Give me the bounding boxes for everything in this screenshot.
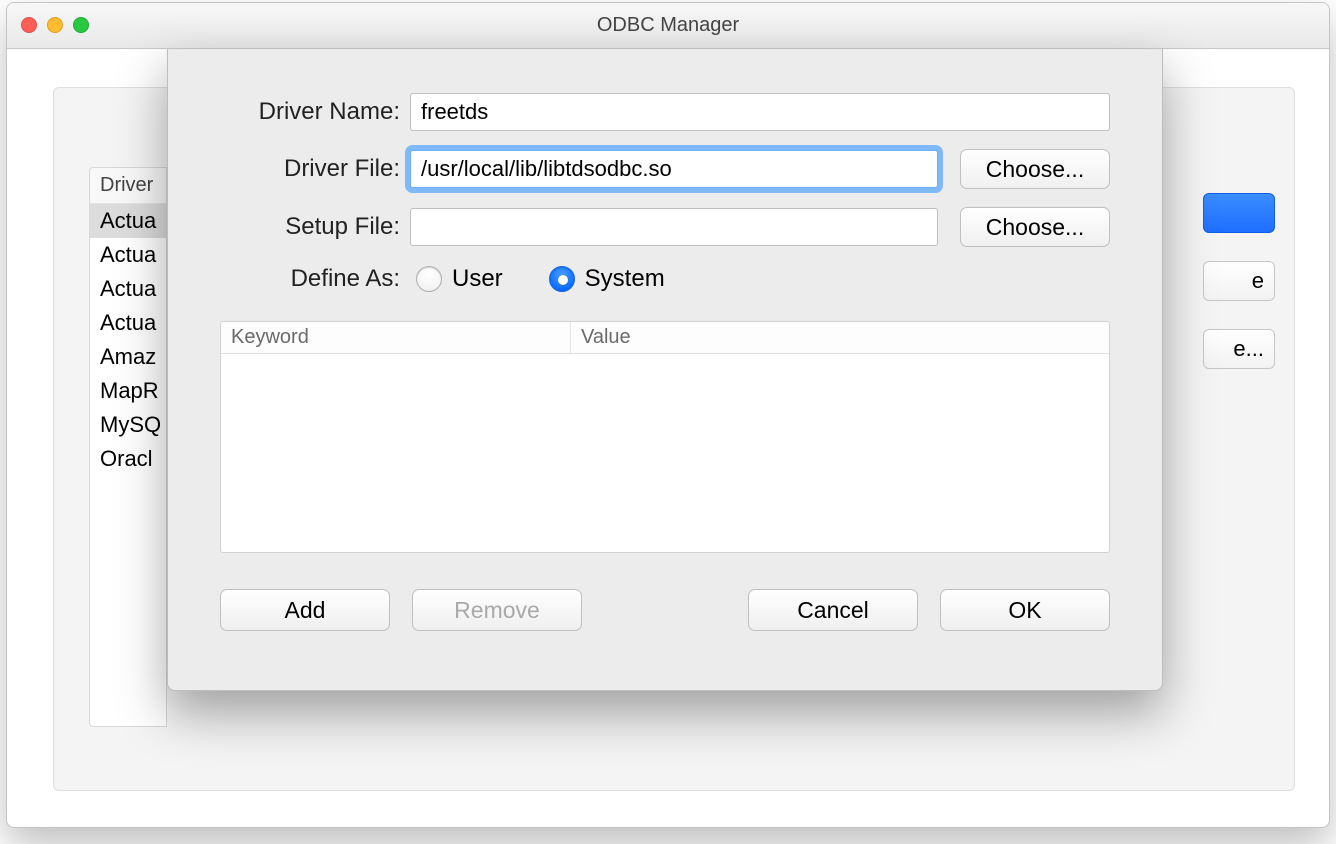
list-item[interactable]: Amaz <box>90 340 166 374</box>
keyword-value-table[interactable]: Keyword Value <box>220 321 1110 553</box>
add-driver-sheet: Driver Name: Driver File: Choose... Setu… <box>167 49 1163 691</box>
list-item[interactable]: Actua <box>90 204 166 238</box>
list-item[interactable]: Actua <box>90 272 166 306</box>
background-button[interactable]: e <box>1203 261 1275 301</box>
define-as-user-radio[interactable]: User <box>416 265 503 293</box>
list-item[interactable]: Actua <box>90 238 166 272</box>
add-button[interactable]: Add <box>220 589 390 631</box>
background-button[interactable]: e... <box>1203 329 1275 369</box>
kv-header-value: Value <box>571 322 1109 353</box>
setup-file-label: Setup File: <box>220 213 410 241</box>
radio-label: System <box>585 265 665 293</box>
choose-setup-file-button[interactable]: Choose... <box>960 207 1110 247</box>
driver-file-label: Driver File: <box>220 155 410 183</box>
driver-name-input[interactable] <box>410 93 1110 131</box>
radio-icon <box>549 266 575 292</box>
sheet-button-row: Add Remove Cancel OK <box>220 589 1110 631</box>
radio-label: User <box>452 265 503 293</box>
list-item[interactable]: MapR <box>90 374 166 408</box>
kv-header-row: Keyword Value <box>221 322 1109 354</box>
list-item[interactable]: Oracl <box>90 442 166 476</box>
cancel-button[interactable]: Cancel <box>748 589 918 631</box>
choose-driver-file-button[interactable]: Choose... <box>960 149 1110 189</box>
kv-header-keyword: Keyword <box>221 322 571 353</box>
driver-file-input[interactable] <box>410 150 938 188</box>
define-as-label: Define As: <box>220 265 410 293</box>
close-icon[interactable] <box>21 17 37 33</box>
titlebar: ODBC Manager <box>7 3 1329 49</box>
setup-file-input[interactable] <box>410 208 938 246</box>
define-as-system-radio[interactable]: System <box>549 265 665 293</box>
minimize-icon[interactable] <box>47 17 63 33</box>
define-as-group: User System <box>410 265 665 293</box>
list-item[interactable]: Actua <box>90 306 166 340</box>
list-item[interactable]: MySQ <box>90 408 166 442</box>
background-primary-button[interactable] <box>1203 193 1275 233</box>
driver-name-label: Driver Name: <box>220 98 410 126</box>
window-title: ODBC Manager <box>7 14 1329 37</box>
remove-button[interactable]: Remove <box>412 589 582 631</box>
driver-list: Driver Actua Actua Actua Actua Amaz MapR… <box>89 167 167 727</box>
window: ODBC Manager Driver Actua Actua Actua Ac… <box>6 2 1330 828</box>
driver-list-header: Driver <box>90 168 166 204</box>
background-side-buttons: e e... <box>1203 193 1275 369</box>
radio-icon <box>416 266 442 292</box>
traffic-lights <box>21 17 89 33</box>
zoom-icon[interactable] <box>73 17 89 33</box>
ok-button[interactable]: OK <box>940 589 1110 631</box>
